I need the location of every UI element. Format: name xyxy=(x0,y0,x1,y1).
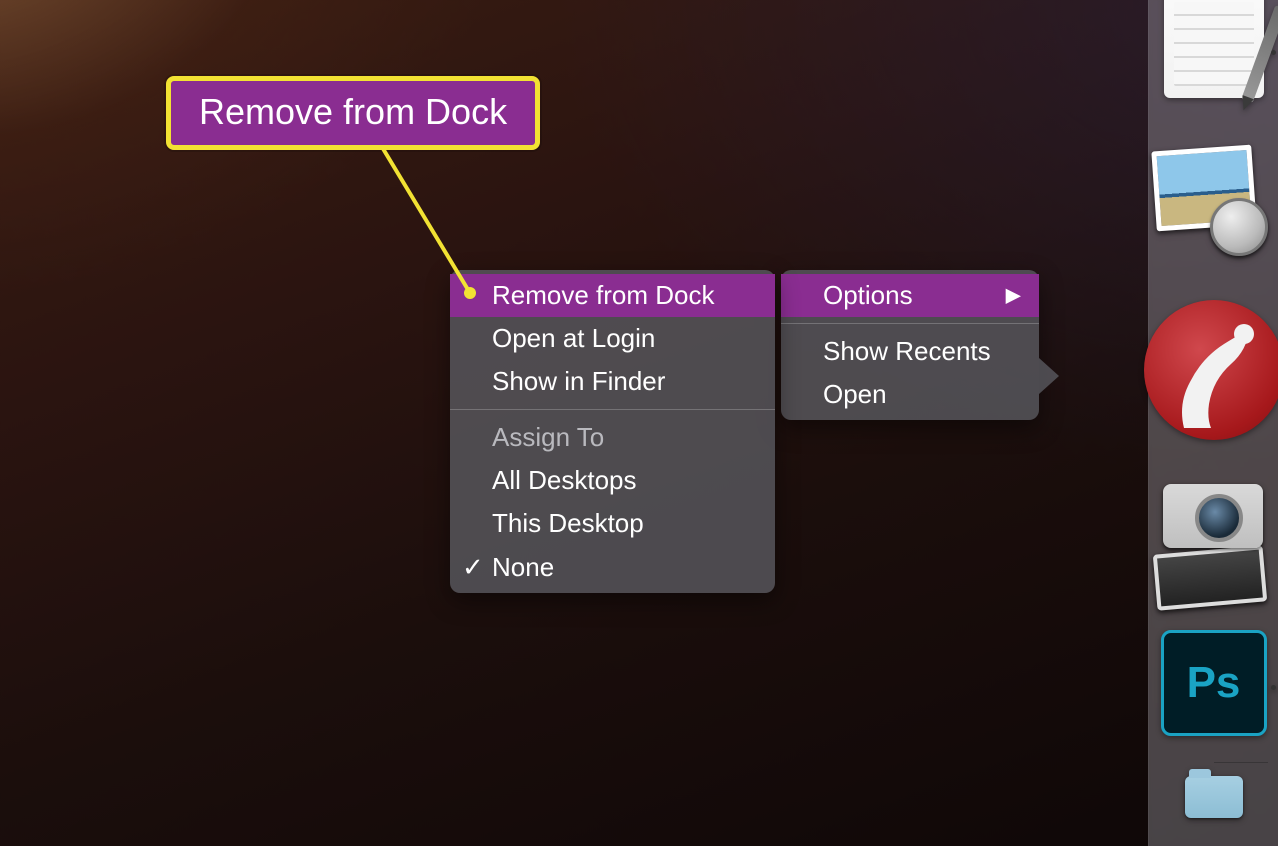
menu-item-label: Options xyxy=(823,280,913,310)
menu-item-none[interactable]: None xyxy=(450,546,775,589)
menu-separator xyxy=(450,409,775,410)
menu-item-show-recents[interactable]: Show Recents xyxy=(781,330,1039,373)
photoshop-icon[interactable]: Ps xyxy=(1161,630,1267,736)
dock-separator xyxy=(1214,762,1268,763)
menu-item-show-in-finder[interactable]: Show in Finder xyxy=(450,360,775,403)
menu-item-this-desktop[interactable]: This Desktop xyxy=(450,502,775,545)
dock-context-menu: Options ▶ Show Recents Open xyxy=(781,270,1039,420)
menu-item-label: Show in Finder xyxy=(492,366,665,396)
menu-item-label: Open at Login xyxy=(492,323,655,353)
textedit-icon[interactable] xyxy=(1164,0,1264,98)
dock: Ps xyxy=(1148,0,1278,846)
menu-item-open-at-login[interactable]: Open at Login xyxy=(450,317,775,360)
menu-item-label: None xyxy=(492,552,554,582)
submenu-arrow-icon: ▶ xyxy=(1006,282,1021,309)
menu-item-label: All Desktops xyxy=(492,465,637,495)
menu-item-label: Assign To xyxy=(492,422,604,452)
menu-item-open[interactable]: Open xyxy=(781,373,1039,416)
menu-item-label: Show Recents xyxy=(823,336,991,366)
menu-item-remove-from-dock[interactable]: Remove from Dock xyxy=(450,274,775,317)
image-capture-icon[interactable] xyxy=(1149,480,1278,610)
menu-item-all-desktops[interactable]: All Desktops xyxy=(450,459,775,502)
menu-separator xyxy=(781,323,1039,324)
menu-item-options[interactable]: Options ▶ xyxy=(781,274,1039,317)
menu-heading-assign-to: Assign To xyxy=(450,416,775,459)
annotation-callout: Remove from Dock xyxy=(166,76,540,150)
menu-item-label: This Desktop xyxy=(492,508,644,538)
menu-item-label: Remove from Dock xyxy=(492,280,715,310)
callout-label: Remove from Dock xyxy=(199,91,507,132)
photoshop-label: Ps xyxy=(1187,658,1241,708)
recent-folder-icon[interactable] xyxy=(1185,776,1243,818)
options-submenu: Remove from Dock Open at Login Show in F… xyxy=(450,270,775,593)
menu-pointer-icon xyxy=(1039,358,1059,394)
preview-icon[interactable] xyxy=(1154,148,1274,258)
bear-icon[interactable] xyxy=(1144,300,1278,440)
menu-item-label: Open xyxy=(823,379,887,409)
